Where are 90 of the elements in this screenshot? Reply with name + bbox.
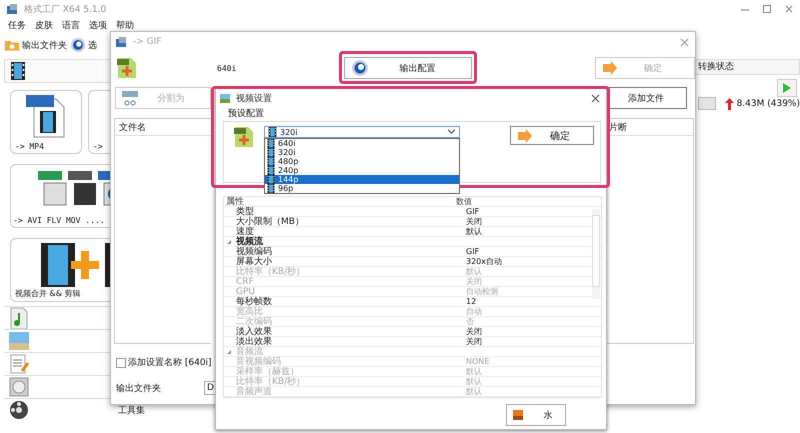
size-reading: 8.43M (439%) — [736, 98, 800, 108]
property-name: 大小限制（MB） — [235, 217, 305, 226]
film-reel-icon[interactable] — [8, 399, 30, 421]
file-icon — [117, 57, 137, 79]
close-icon[interactable] — [784, 4, 794, 14]
up-arrow-icon — [724, 98, 734, 110]
tile-label: -> AVI FLV MOV .... — [13, 216, 106, 225]
property-name: 采样率（赫兹） — [235, 367, 300, 376]
column-header: 文件名 — [115, 119, 211, 136]
checkbox-label: 添加设置名称 [640i] — [128, 356, 212, 369]
property-name: GPU — [235, 287, 256, 296]
property-name: 视频编码 — [235, 247, 273, 256]
document-icon[interactable] — [8, 353, 30, 375]
dropdown-option[interactable]: 320i — [265, 148, 459, 157]
menu-item[interactable]: 皮肤 — [35, 19, 53, 32]
column-header: 属性 — [225, 197, 244, 206]
app-icon — [115, 36, 127, 48]
file-icon — [234, 126, 254, 148]
play-button[interactable] — [777, 79, 797, 97]
property-value[interactable]: 320x自动 — [466, 257, 502, 266]
dropdown-option[interactable]: 480p — [265, 157, 459, 166]
property-value[interactable]: GIF — [466, 247, 480, 256]
mp4-file-icon — [26, 93, 66, 139]
film-icon — [11, 62, 25, 80]
group-name: 视频流 — [236, 236, 263, 246]
checkbox[interactable] — [116, 358, 126, 368]
arrow-icon — [602, 61, 618, 75]
dropdown-option[interactable]: 640i — [265, 139, 459, 148]
column-header: 数值 — [456, 197, 472, 206]
menu-item[interactable]: 帮助 — [116, 19, 134, 32]
dropdown-option[interactable]: 144p — [265, 175, 459, 184]
menu-item[interactable]: 选项 — [89, 19, 107, 32]
property-name: 速度 — [236, 227, 254, 236]
property-value[interactable]: 关闭 — [466, 337, 482, 346]
property-name: 比特率（KB/秒） — [235, 377, 306, 386]
scrollbar-thumb[interactable] — [592, 215, 600, 287]
toolbar-button[interactable]: 输出文件夹 — [4, 37, 67, 53]
picture-icon — [220, 94, 230, 102]
window-title: 格式工厂 X64 5.1.0 — [24, 4, 106, 16]
collapse-icon[interactable] — [226, 238, 232, 244]
arrow-icon — [517, 128, 533, 142]
settings-icon[interactable] — [70, 37, 86, 53]
ok-button[interactable]: 确定 — [510, 126, 594, 145]
property-name: 二次编码 — [235, 317, 273, 326]
watermark-button[interactable]: 水 — [506, 404, 566, 426]
property-value[interactable]: 默认 — [466, 227, 482, 236]
settings-icon[interactable] — [351, 59, 370, 77]
tile-label: -> MP4 — [15, 142, 45, 151]
scrollbar[interactable] — [592, 209, 600, 299]
field-label: 输出文件夹 — [116, 382, 162, 394]
convert-tile[interactable]: -> MP4 — [10, 90, 82, 154]
property-name: 屏幕大小 — [235, 257, 273, 266]
tile-label: 视频合并 && 剪辑 — [15, 288, 82, 299]
dialog-title: 视频设置 — [236, 92, 272, 104]
dropdown-option[interactable]: 96p — [265, 184, 459, 193]
property-name: 每秒帧数 — [235, 297, 273, 306]
output-settings-button[interactable]: 输出配置 — [344, 57, 472, 79]
property-name: 比特率（KB/秒） — [235, 267, 306, 276]
property-value[interactable]: 12 — [466, 297, 476, 306]
property-value[interactable]: 关闭 — [466, 217, 482, 226]
app-icon — [6, 3, 18, 15]
close-icon[interactable] — [591, 94, 600, 102]
property-name: 类型 — [236, 207, 255, 216]
property-name: CRF — [235, 277, 255, 286]
menu-item[interactable]: 任务 — [8, 19, 26, 32]
property-name: 音视频编码 — [235, 357, 282, 366]
play-icon — [782, 82, 792, 94]
property-value[interactable]: GIF — [466, 207, 480, 216]
preset-name: 640i — [217, 64, 238, 72]
maximize-icon[interactable] — [762, 4, 772, 14]
picture-icon[interactable] — [8, 330, 30, 352]
dialog-title: -> GIF — [133, 37, 162, 47]
dropdown-option[interactable]: 240p — [265, 166, 459, 175]
property-name: 淡入效果 — [235, 327, 273, 336]
category-label[interactable]: 工具集 — [118, 404, 145, 416]
column-header: 转换状态 — [694, 59, 800, 75]
image-icon — [513, 410, 523, 420]
property-name: 音频声道 — [235, 387, 273, 396]
toolbar-button[interactable]: 选 — [70, 37, 97, 53]
property-name: 淡出效果 — [235, 337, 273, 346]
group-name: 音频流 — [236, 346, 263, 356]
property-value[interactable]: 关闭 — [466, 327, 482, 336]
group-label: 预设配置 — [227, 108, 265, 120]
scissors-icon — [122, 90, 138, 106]
menu-item[interactable]: 语言 — [62, 19, 80, 32]
dropdown[interactable]: 320i — [264, 126, 460, 138]
music-file-icon[interactable] — [8, 307, 30, 329]
property-name: 宽高比 — [235, 307, 264, 316]
progress-bar — [698, 97, 716, 110]
tile-label: -> — [93, 142, 104, 151]
